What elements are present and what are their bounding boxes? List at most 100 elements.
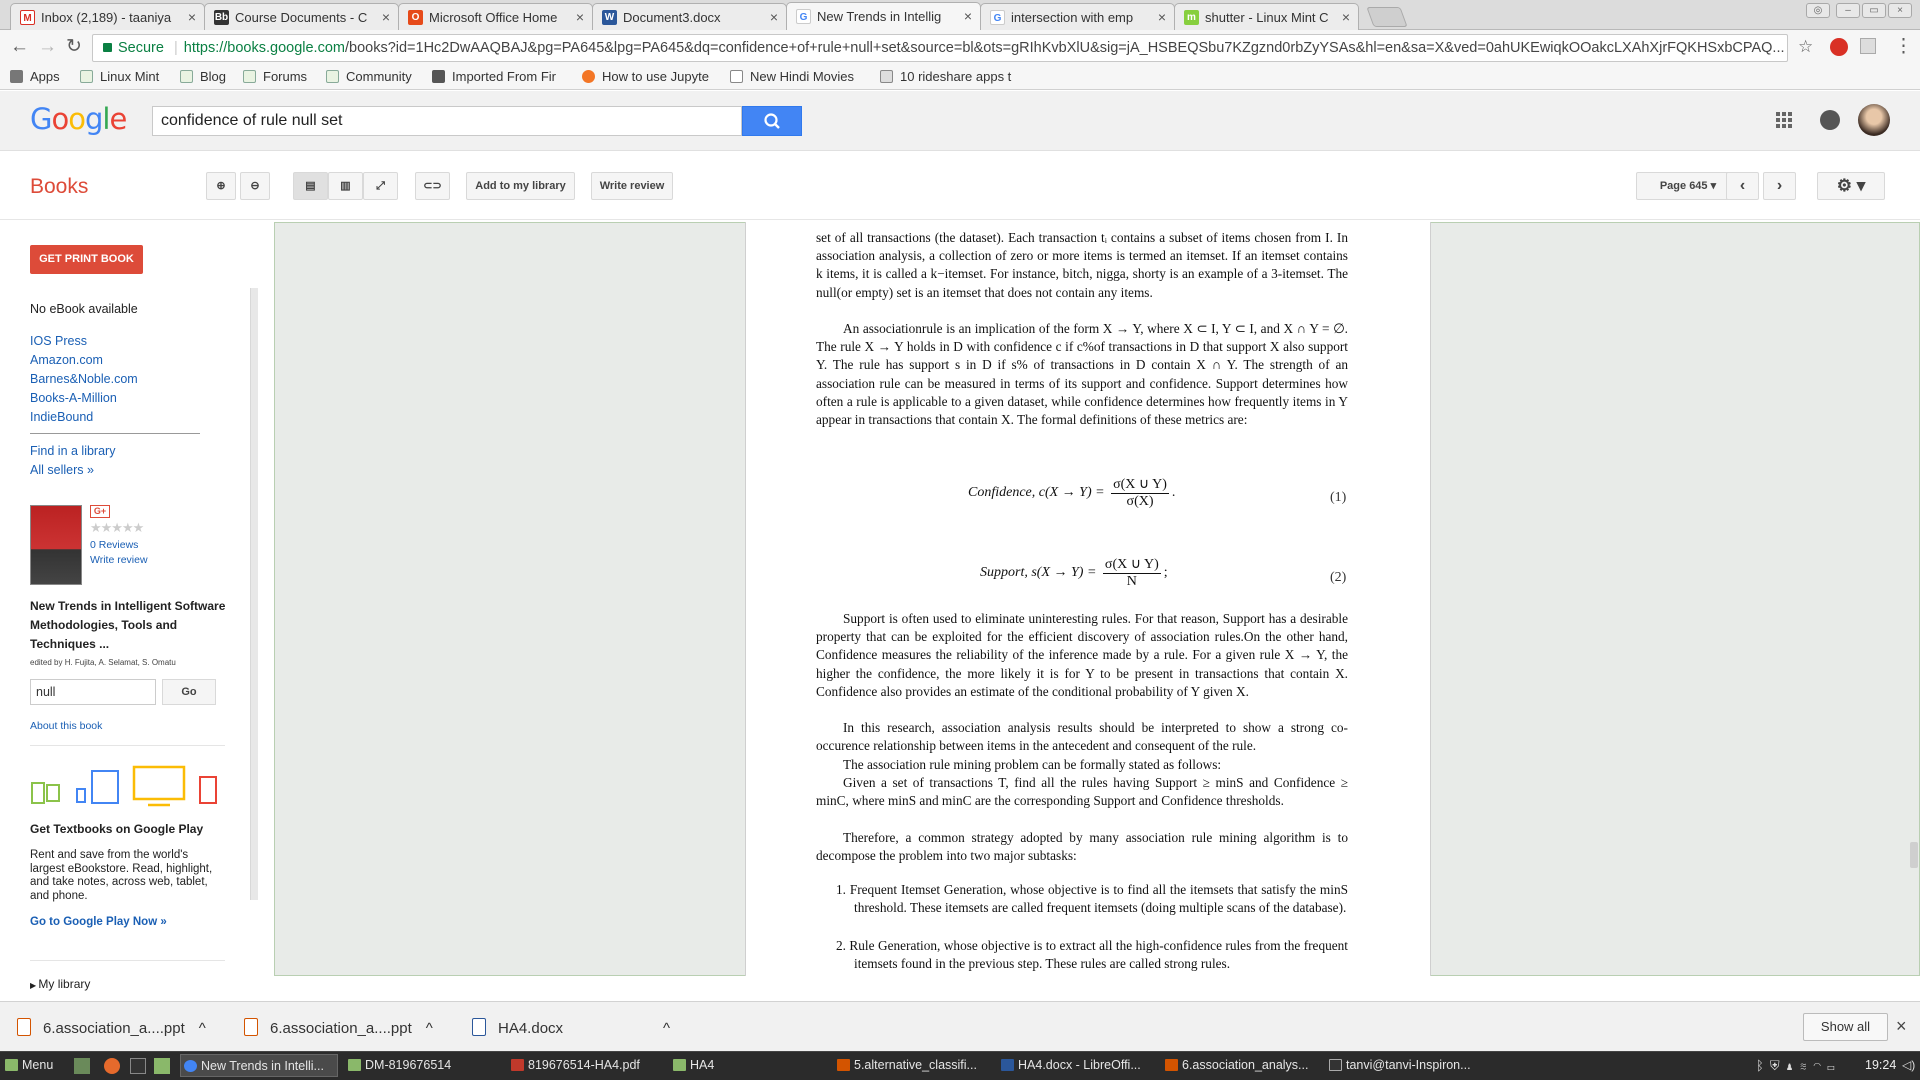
zoom-in-icon[interactable]: ⊕: [206, 172, 236, 200]
star-icon[interactable]: ☆: [1798, 36, 1813, 58]
taskbar-item[interactable]: New Trends in Intelli...: [180, 1054, 338, 1077]
bookmark-rideshare[interactable]: 10 rideshare apps t: [880, 69, 1011, 84]
chevron-up-icon[interactable]: ^: [199, 1020, 206, 1037]
tab-course-documents[interactable]: Bb Course Documents - C ×: [204, 3, 399, 30]
extension-icon[interactable]: [1830, 38, 1848, 56]
all-sellers-link[interactable]: All sellers »: [30, 463, 94, 477]
close-icon[interactable]: ×: [1158, 9, 1166, 25]
forward-icon[interactable]: →: [38, 36, 57, 58]
go-button[interactable]: Go: [162, 679, 216, 705]
seller-link[interactable]: Books-A-Million: [30, 391, 117, 405]
profile-icon[interactable]: ◎: [1806, 3, 1830, 18]
search-button[interactable]: [742, 106, 802, 136]
my-library-link[interactable]: ▶ My library: [30, 977, 90, 991]
show-desktop-icon[interactable]: [74, 1058, 90, 1074]
books-title[interactable]: Books: [30, 175, 88, 199]
tab-gmail[interactable]: M Inbox (2,189) - taaniya ×: [10, 3, 205, 30]
close-icon[interactable]: ×: [576, 9, 584, 25]
bookmark-apps[interactable]: Apps: [10, 69, 60, 84]
bookmark-community[interactable]: Community: [326, 69, 412, 84]
google-plus-icon[interactable]: G+: [90, 505, 110, 518]
url-field[interactable]: Secure | https://books.google.com/books?i…: [92, 34, 1788, 62]
menu-kebab-icon[interactable]: ⋮: [1894, 36, 1913, 58]
avatar[interactable]: [1858, 104, 1890, 136]
chevron-up-icon[interactable]: ^: [426, 1020, 433, 1037]
download-item[interactable]: HA4.docx ^: [460, 1012, 670, 1044]
taskbar-item[interactable]: 5.alternative_classifi...: [834, 1054, 992, 1077]
reviews-link[interactable]: 0 Reviews: [90, 539, 138, 551]
book-cover[interactable]: [30, 505, 82, 585]
prev-page-icon[interactable]: ‹: [1726, 172, 1759, 200]
chevron-up-icon[interactable]: ^: [663, 1020, 670, 1037]
taskbar-item[interactable]: 6.association_analys...: [1162, 1054, 1320, 1077]
zoom-out-icon[interactable]: ⊖: [240, 172, 270, 200]
bluetooth-icon[interactable]: ᛒ: [1756, 1058, 1770, 1073]
volume-icon[interactable]: ◁): [1902, 1058, 1915, 1072]
bookmark-hindi-movies[interactable]: New Hindi Movies: [730, 69, 854, 84]
search-input[interactable]: confidence of rule null set: [152, 106, 742, 136]
write-review-button[interactable]: Write review: [591, 172, 673, 200]
bookmark-blog[interactable]: Blog: [180, 69, 226, 84]
close-icon[interactable]: ×: [188, 9, 196, 25]
write-review-link[interactable]: Write review: [90, 554, 148, 566]
maximize-icon[interactable]: ▭: [1862, 3, 1886, 18]
extension-icon-2[interactable]: [1860, 38, 1876, 54]
system-tray[interactable]: ᛒ⛨♟≋◠▭: [1756, 1058, 1841, 1074]
tab-intersection[interactable]: G intersection with emp ×: [980, 3, 1175, 30]
viewer-scrollbar-thumb[interactable]: [1910, 842, 1918, 868]
battery-icon[interactable]: ▭: [1827, 1058, 1841, 1073]
close-icon[interactable]: ×: [964, 8, 972, 24]
tab-document3[interactable]: W Document3.docx ×: [592, 3, 787, 30]
search-in-book-input[interactable]: null: [30, 679, 156, 705]
files-icon[interactable]: [154, 1058, 170, 1074]
sidebar-scrollbar[interactable]: [250, 288, 258, 900]
reload-icon[interactable]: ↻: [66, 36, 82, 58]
get-print-book-button[interactable]: GET PRINT BOOK: [30, 245, 143, 274]
download-item[interactable]: 6.association_a....ppt ^: [232, 1012, 433, 1044]
close-window-icon[interactable]: ×: [1888, 3, 1912, 18]
page-selector[interactable]: Page 645 ▾: [1636, 172, 1740, 200]
taskbar-item[interactable]: DM-819676514: [345, 1054, 503, 1077]
firefox-icon[interactable]: [104, 1058, 120, 1074]
single-page-icon[interactable]: ▤: [293, 172, 328, 200]
close-icon[interactable]: ×: [770, 9, 778, 25]
tab-new-trends[interactable]: G New Trends in Intellig ×: [786, 2, 981, 31]
minimize-icon[interactable]: –: [1836, 3, 1860, 18]
network-icon[interactable]: ≋: [1799, 1058, 1813, 1073]
settings-gear-icon[interactable]: ⚙ ▾: [1817, 172, 1885, 200]
seller-link[interactable]: Barnes&Noble.com: [30, 372, 138, 386]
notifications-icon[interactable]: [1820, 110, 1840, 130]
seller-link[interactable]: IndieBound: [30, 410, 93, 424]
bookmark-forums[interactable]: Forums: [243, 69, 307, 84]
bookmark-linux-mint[interactable]: Linux Mint: [80, 69, 159, 84]
find-in-library-link[interactable]: Find in a library: [30, 444, 115, 458]
wifi-icon[interactable]: ◠: [1813, 1058, 1827, 1073]
download-item[interactable]: 6.association_a....ppt ^: [5, 1012, 206, 1044]
apps-grid-icon[interactable]: [1776, 112, 1792, 128]
close-icon[interactable]: ×: [382, 9, 390, 25]
terminal-icon[interactable]: [130, 1058, 146, 1074]
add-to-library-button[interactable]: Add to my library: [466, 172, 575, 200]
taskbar-item[interactable]: 819676514-HA4.pdf: [508, 1054, 666, 1077]
bookmark-folder-imported[interactable]: Imported From Fir: [432, 69, 556, 84]
next-page-icon[interactable]: ›: [1763, 172, 1796, 200]
taskbar-item[interactable]: HA4.docx - LibreOffi...: [998, 1054, 1156, 1077]
menu-button[interactable]: Menu: [2, 1054, 64, 1077]
seller-link[interactable]: IOS Press: [30, 334, 87, 348]
bookmark-jupyter[interactable]: How to use Jupyte: [582, 69, 709, 84]
link-icon[interactable]: ⊂⊃: [415, 172, 450, 200]
new-tab-button[interactable]: [1366, 7, 1408, 27]
tab-shutter[interactable]: m shutter - Linux Mint C ×: [1174, 3, 1359, 30]
seller-link[interactable]: Amazon.com: [30, 353, 103, 367]
close-icon[interactable]: ×: [1896, 1016, 1907, 1037]
taskbar-item[interactable]: tanvi@tanvi-Inspiron...: [1326, 1054, 1484, 1077]
two-page-icon[interactable]: ▥: [328, 172, 363, 200]
taskbar-item[interactable]: HA4: [670, 1054, 828, 1077]
rating-stars[interactable]: ★★★★★: [90, 520, 144, 536]
google-logo[interactable]: Google: [30, 102, 127, 136]
google-play-link[interactable]: Go to Google Play Now »: [30, 916, 167, 928]
user-icon[interactable]: ♟: [1786, 1058, 1800, 1073]
clock[interactable]: 19:24: [1865, 1058, 1896, 1072]
about-book-link[interactable]: About this book: [30, 720, 102, 732]
fullscreen-icon[interactable]: ⤢: [363, 172, 398, 200]
